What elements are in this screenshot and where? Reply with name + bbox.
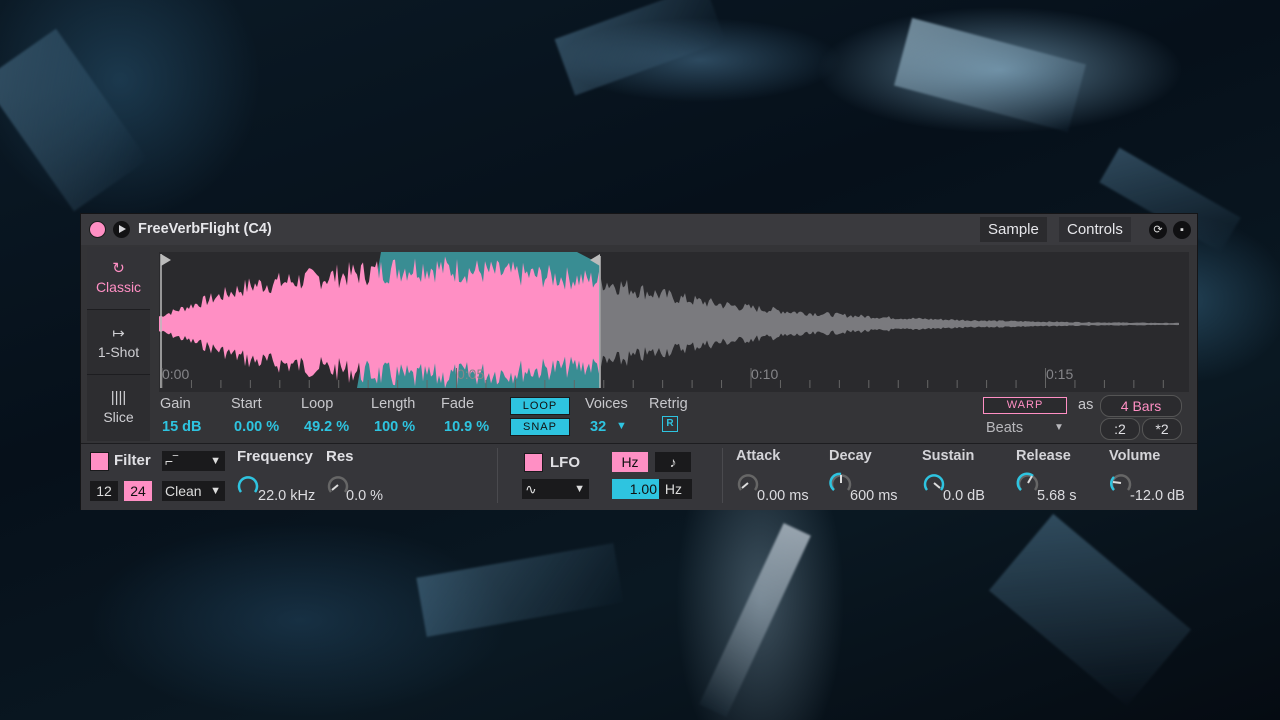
- chevron-down-icon: ▼: [574, 483, 585, 495]
- mode-classic[interactable]: ↻ Classic: [87, 247, 150, 310]
- tab-sample[interactable]: Sample: [980, 217, 1047, 242]
- fade-label: Fade: [441, 396, 475, 412]
- length-value[interactable]: 100 %: [374, 419, 415, 435]
- music-note-icon[interactable]: ♪: [655, 452, 691, 472]
- background-shard: [894, 17, 1086, 133]
- mode-one-shot[interactable]: ↦ 1-Shot: [87, 312, 150, 375]
- retrig-label: Retrig: [649, 396, 688, 412]
- background-shard: [416, 543, 624, 637]
- voices-label: Voices: [585, 396, 628, 412]
- res-label: Res: [326, 448, 354, 465]
- device-title: FreeVerbFlight (C4): [138, 221, 272, 237]
- mode-slice[interactable]: |||| Slice: [87, 377, 150, 440]
- warp-mode-select[interactable]: Beats: [986, 420, 1023, 436]
- device-title-bar: FreeVerbFlight (C4) Sample Controls ⟳ ▪: [81, 214, 1197, 245]
- lowpass-curve-icon: ⌐‾: [165, 453, 178, 469]
- lfo-rate-field[interactable]: 1.00 Hz: [612, 479, 692, 499]
- save-preset-icon[interactable]: ▪: [1173, 221, 1191, 239]
- half-tempo-button[interactable]: :2: [1100, 418, 1140, 440]
- length-label: Length: [371, 396, 416, 412]
- warp-button[interactable]: WARP: [983, 397, 1067, 414]
- time-label: 0:15: [1046, 366, 1074, 382]
- lfo-hz-mode-button[interactable]: Hz: [612, 452, 648, 472]
- sustain-label: Sustain: [922, 448, 975, 464]
- mode-label: 1-Shot: [97, 344, 140, 360]
- background-shard: [0, 28, 148, 212]
- lfo-rate-value: 1.00: [612, 479, 659, 499]
- background-shard: [988, 513, 1192, 707]
- res-value: 0.0 %: [346, 488, 384, 504]
- time-label: 0:05: [457, 366, 485, 382]
- lfo-rate-unit: Hz: [664, 481, 683, 497]
- waveform-remaining: [601, 279, 1179, 367]
- frequency-knob[interactable]: [236, 473, 260, 497]
- decay-label: Decay: [829, 448, 872, 464]
- waveform: [159, 252, 1179, 389]
- filter-circuit-select[interactable]: Clean ▼: [162, 481, 225, 501]
- lfo-enable-checkbox[interactable]: [524, 453, 543, 472]
- sustain-value: 0.0 dB: [943, 488, 985, 504]
- release-value: 5.68 s: [1037, 488, 1077, 504]
- time-label: 0:00: [162, 366, 190, 382]
- gain-label: Gain: [160, 396, 191, 412]
- attack-label: Attack: [736, 448, 781, 464]
- retrig-toggle[interactable]: R: [662, 416, 678, 432]
- volume-label: Volume: [1109, 448, 1161, 464]
- chevron-down-icon[interactable]: ▼: [616, 420, 627, 432]
- divider: [497, 448, 498, 503]
- attack-value: 0.00 ms: [757, 488, 809, 504]
- voices-value[interactable]: 32: [590, 419, 606, 435]
- loop-label: Loop: [301, 396, 334, 412]
- hot-swap-icon[interactable]: ⟳: [1149, 221, 1167, 239]
- time-label: 0:10: [751, 366, 779, 382]
- filter-label: Filter: [114, 452, 151, 469]
- loop-icon: ↻: [112, 260, 125, 277]
- sine-wave-icon: ∿: [525, 481, 537, 497]
- warp-bars-field[interactable]: 4 Bars: [1100, 395, 1182, 417]
- slope-24-button[interactable]: 24: [124, 481, 152, 501]
- frequency-label: Frequency: [237, 448, 313, 465]
- frequency-value: 22.0 kHz: [258, 488, 316, 504]
- chevron-down-icon: ▼: [210, 485, 221, 497]
- filter-type-select[interactable]: ⌐‾ ▼: [162, 451, 225, 471]
- loop-toggle[interactable]: LOOP: [510, 397, 570, 415]
- double-tempo-button[interactable]: *2: [1142, 418, 1182, 440]
- playback-mode-selector: ↻ Classic ↦ 1-Shot |||| Slice: [87, 247, 150, 441]
- start-value[interactable]: 0.00 %: [234, 419, 279, 435]
- waveform-display[interactable]: 0:00 0:05 0:10 0:15: [159, 252, 1189, 392]
- warp-as-label: as: [1078, 397, 1094, 413]
- slice-bars-icon: ||||: [110, 389, 127, 406]
- preview-play-button[interactable]: [113, 221, 130, 238]
- filter-circuit-label: Clean: [165, 483, 202, 499]
- chevron-down-icon[interactable]: ▼: [1054, 422, 1064, 433]
- lfo-label: LFO: [550, 454, 580, 471]
- divider: [722, 448, 723, 503]
- mode-label: Classic: [95, 279, 142, 295]
- volume-value: -12.0 dB: [1130, 488, 1185, 504]
- mode-label: Slice: [103, 409, 134, 425]
- loop-value[interactable]: 49.2 %: [304, 419, 349, 435]
- slope-12-button[interactable]: 12: [90, 481, 118, 501]
- chevron-down-icon: ▼: [210, 455, 221, 467]
- background-shard: [554, 0, 726, 96]
- gain-value[interactable]: 15 dB: [162, 419, 202, 435]
- decay-value: 600 ms: [850, 488, 898, 504]
- filter-enable-checkbox[interactable]: [90, 452, 109, 471]
- release-label: Release: [1016, 448, 1071, 464]
- tab-controls[interactable]: Controls: [1059, 217, 1131, 242]
- snap-toggle[interactable]: SNAP: [510, 418, 570, 436]
- lfo-waveform-select[interactable]: ∿ ▼: [522, 479, 589, 499]
- start-marker[interactable]: [161, 254, 171, 266]
- start-label: Start: [231, 396, 262, 412]
- arrow-right-bar-icon: ↦: [112, 325, 125, 342]
- background-shard: [699, 523, 811, 717]
- fade-value[interactable]: 10.9 %: [444, 419, 489, 435]
- device-power-button[interactable]: [89, 221, 106, 238]
